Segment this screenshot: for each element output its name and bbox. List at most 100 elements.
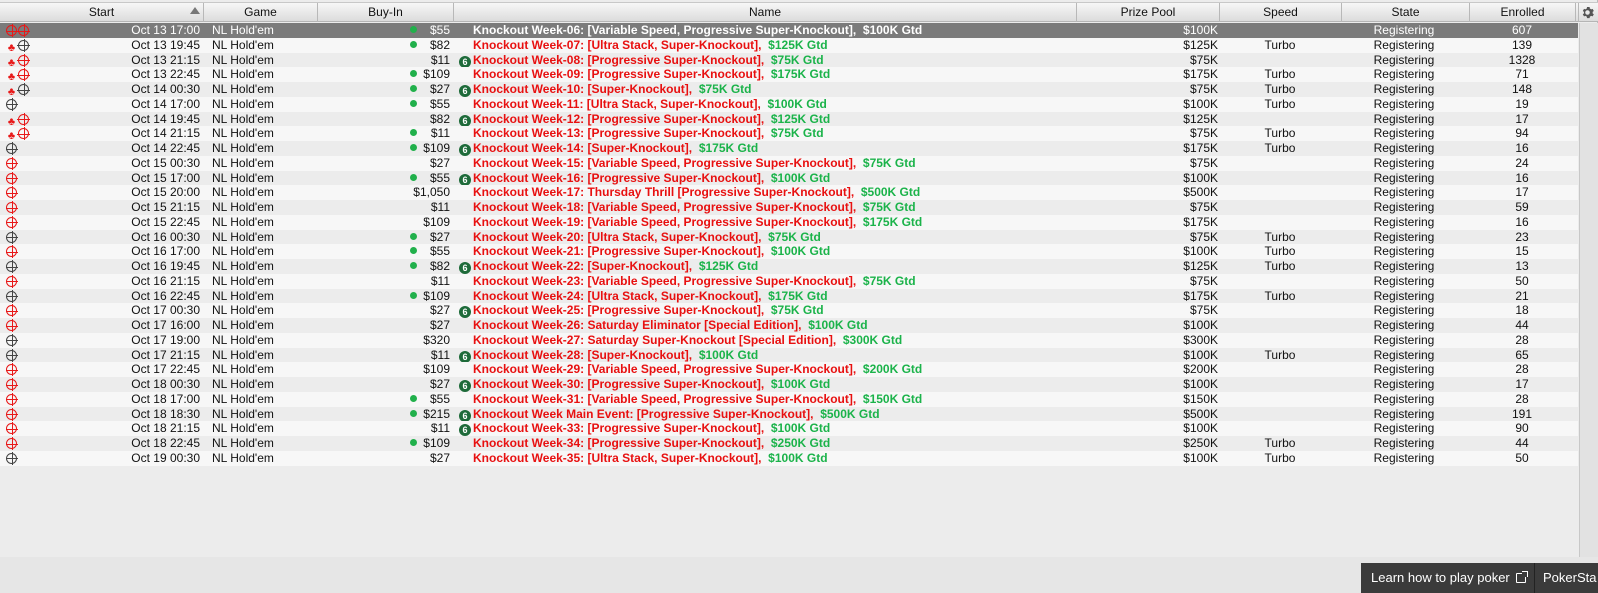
start-time: Oct 18 22:45: [131, 436, 200, 450]
enrolled-count: 65: [1515, 347, 1529, 362]
guarantee-amount: $100K Gtd: [862, 23, 923, 37]
table-row[interactable]: Oct 13 17:00 NL Hold'em $55 Knockout Week-0…: [0, 23, 1578, 38]
tournament-name: Knockout Week-12: [Progressive Super-Kno…: [473, 112, 1073, 127]
column-header-game[interactable]: Game: [204, 3, 318, 22]
column-header-speed[interactable]: Speed: [1220, 3, 1342, 22]
state: Registering: [1373, 126, 1435, 141]
state: Registering: [1373, 170, 1435, 185]
announcement-indicator: 6: [459, 82, 473, 97]
table-row[interactable]: Oct 15 17:00 NL Hold'em $55 6 Knockout Week-…: [0, 170, 1578, 186]
start-time: Oct 13 21:15: [131, 52, 200, 67]
table-row[interactable]: Oct 16 19:45 NL Hold'em $82 6 Knockout Week-…: [0, 259, 1578, 274]
six-max-icon: 6: [459, 350, 471, 363]
table-row[interactable]: Oct 18 22:45 NL Hold'em $109 Knockout Week-…: [0, 436, 1578, 451]
table-row[interactable]: Oct 15 00:30 NL Hold'em $27 Knockout Week-1…: [0, 155, 1578, 171]
tournament-title: Knockout Week-24: [Ultra Stack, Super-Kn…: [473, 288, 762, 303]
table-row[interactable]: ♣ Oct 14 00:30 NL Hold'em $27 6 Knockout Week…: [0, 82, 1578, 97]
footer-bar: Learn how to play poker PokerSta: [1361, 563, 1598, 593]
table-row[interactable]: Oct 18 17:00 NL Hold'em $55 Knockout Week-3…: [0, 391, 1578, 407]
table-row[interactable]: ♣ Oct 13 22:45 NL Hold'em $109 Knockout Week…: [0, 67, 1578, 83]
enrolled-count: 16: [1515, 170, 1529, 185]
table-row[interactable]: Oct 15 22:45 NL Hold'em $109 Knockout Week-…: [0, 214, 1578, 230]
state: Registering: [1373, 214, 1435, 229]
speed: Turbo: [1264, 450, 1296, 465]
six-max-icon: 6: [459, 380, 471, 392]
state: Registering: [1373, 288, 1435, 303]
tournament-title: Knockout Week-29: [Variable Speed, Progr…: [473, 362, 857, 377]
column-header-start[interactable]: Start: [0, 3, 204, 22]
column-header-prize-pool[interactable]: Prize Pool: [1077, 3, 1220, 22]
table-row[interactable]: Oct 16 17:00 NL Hold'em $55 Knockout Week-2…: [0, 244, 1578, 260]
table-row[interactable]: Oct 14 17:00 NL Hold'em $55 Knockout Week-1…: [0, 96, 1578, 112]
tournament-title: Knockout Week-10: [Super-Knockout],: [473, 82, 693, 96]
table-row[interactable]: ♣ Oct 13 19:45 NL Hold'em $82 Knockout Week-…: [0, 37, 1578, 53]
table-row[interactable]: Oct 17 00:30 NL Hold'em $27 6 Knockout Week-…: [0, 303, 1578, 319]
start-time: Oct 15 21:15: [131, 200, 200, 214]
table-row[interactable]: ♣ Oct 13 21:15 NL Hold'em $11 6 Knockout Week…: [0, 52, 1578, 68]
buy-in: $215: [423, 406, 450, 421]
table-row[interactable]: Oct 15 20:00 NL Hold'em $1,050 Knockout Wee…: [0, 185, 1578, 201]
speed: Turbo: [1264, 37, 1296, 52]
tournament-name: Knockout Week-25: [Progressive Super-Kno…: [473, 303, 1073, 318]
learn-how-to-play-link[interactable]: Learn how to play poker: [1361, 563, 1535, 593]
table-row[interactable]: ♣ Oct 14 19:45 NL Hold'em $82 6 Knockout Week…: [0, 111, 1578, 127]
tournament-name: Knockout Week-35: [Ultra Stack, Super-Kn…: [473, 451, 1073, 466]
tournament-title: Knockout Week-07: [Ultra Stack, Super-Kn…: [473, 37, 762, 52]
progressive-knockout-icon: [6, 24, 18, 37]
table-row[interactable]: Oct 17 21:15 NL Hold'em $11 6 Knockout Week-…: [0, 347, 1578, 363]
table-row[interactable]: Oct 18 21:15 NL Hold'em $11 6 Knockout Week-…: [0, 421, 1578, 437]
column-header-enrolled[interactable]: Enrolled: [1470, 3, 1576, 22]
table-row[interactable]: Oct 18 18:30 NL Hold'em $215 6 Knockout Week…: [0, 406, 1578, 422]
table-row[interactable]: Oct 18 00:30 NL Hold'em $27 6 Knockout Week-…: [0, 377, 1578, 392]
knockout-target-icon: [6, 289, 18, 303]
tournament-type-icons: [6, 318, 36, 333]
buy-in: $27: [429, 155, 450, 170]
table-row[interactable]: Oct 16 21:15 NL Hold'em $11 Knockout Week-2…: [0, 273, 1578, 289]
table-row[interactable]: Oct 16 22:45 NL Hold'em $109 Knockout Week-…: [0, 288, 1578, 304]
announcement-indicator: 6: [459, 112, 473, 127]
start-time: Oct 18 00:30: [131, 377, 200, 391]
progressive-knockout-icon: [6, 422, 18, 436]
tournament-name: Knockout Week-17: Thursday Thrill [Progr…: [473, 185, 1073, 200]
column-header-state[interactable]: State: [1342, 3, 1470, 22]
table-row[interactable]: Oct 19 00:30 NL Hold'em $27 Knockout Week-3…: [0, 450, 1578, 466]
column-header-name[interactable]: Name: [454, 3, 1077, 22]
speed: Turbo: [1264, 96, 1296, 111]
progressive-knockout-icon: [6, 378, 18, 391]
start-time: Oct 17 00:30: [131, 303, 200, 318]
start-time: Oct 15 22:45: [131, 214, 200, 229]
start-time: Oct 19 00:30: [131, 450, 200, 465]
table-row[interactable]: Oct 15 21:15 NL Hold'em $11 Knockout Week-1…: [0, 200, 1578, 215]
enrolled-count: 148: [1511, 82, 1533, 96]
table-row[interactable]: Oct 17 22:45 NL Hold'em $109 Knockout Week-…: [0, 362, 1578, 378]
pokerstars-tab[interactable]: PokerSta: [1535, 563, 1598, 593]
table-row[interactable]: Oct 14 22:45 NL Hold'em $109 6 Knockout Week…: [0, 141, 1578, 156]
state: Registering: [1373, 436, 1435, 450]
table-row[interactable]: Oct 17 19:00 NL Hold'em $320 Knockout Week-…: [0, 332, 1578, 348]
tournament-title: Knockout Week-13: [Progressive Super-Kno…: [473, 126, 765, 141]
tournament-name: Knockout Week-10: [Super-Knockout], $75K…: [473, 82, 1073, 97]
enrolled-count: 1328: [1508, 52, 1536, 67]
buy-in: $320: [423, 332, 450, 347]
column-header-buyin[interactable]: Buy-In: [318, 3, 454, 22]
buy-in: $11: [430, 52, 450, 67]
table-row[interactable]: Oct 17 16:00 NL Hold'em $27 Knockout Week-2…: [0, 318, 1578, 333]
buy-in: $11: [430, 273, 450, 288]
enrolled-count: 16: [1515, 141, 1529, 155]
tournament-type-icons: [6, 451, 36, 466]
announcement-indicator: 6: [459, 171, 473, 186]
buy-in: $11: [430, 421, 450, 436]
tournament-name: Knockout Week-34: [Progressive Super-Kno…: [473, 436, 1073, 451]
table-row[interactable]: Oct 16 00:30 NL Hold'em $27 Knockout Week-2…: [0, 229, 1578, 245]
buy-in: $55: [429, 391, 450, 406]
table-row[interactable]: ♣ Oct 14 21:15 NL Hold'em $11 Knockout Week-…: [0, 126, 1578, 142]
column-settings-button[interactable]: [1578, 3, 1596, 22]
speed: Turbo: [1264, 244, 1296, 259]
start-time: Oct 14 17:00: [131, 96, 200, 111]
column-header-prize-label: Prize Pool: [1120, 5, 1176, 19]
enrolled-count: 17: [1515, 185, 1529, 200]
enrolled-count: 59: [1515, 200, 1529, 214]
scrollbar-track[interactable]: [1579, 23, 1598, 557]
tournament-name: Knockout Week-28: [Super-Knockout], $100…: [473, 348, 1073, 363]
tournament-title: Knockout Week-16: [Progressive Super-Kno…: [473, 170, 765, 185]
